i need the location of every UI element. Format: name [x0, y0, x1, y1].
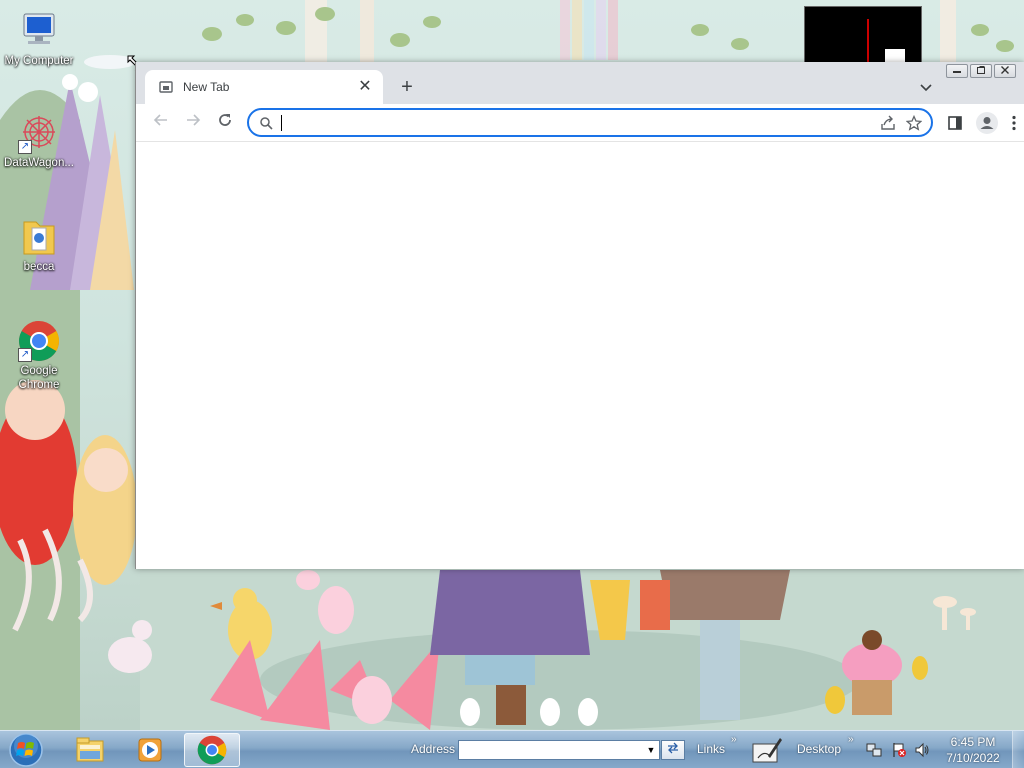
folder-icon: [18, 216, 60, 258]
profile-button[interactable]: [974, 110, 1000, 136]
chrome-tab-strip[interactable]: New Tab ✕ +: [136, 62, 1024, 104]
page-content[interactable]: [136, 142, 1024, 569]
desktop-icon-google-chrome[interactable]: ↗ Google Chrome: [0, 320, 78, 392]
links-toolbar-label[interactable]: Links: [697, 742, 725, 756]
volume-icon[interactable]: [914, 742, 930, 758]
more-vert-icon: [1012, 115, 1016, 131]
chrome-toolbar: [136, 104, 1024, 142]
start-button[interactable]: [4, 732, 48, 768]
side-panel-button[interactable]: [942, 110, 968, 136]
window-controls: [946, 64, 1016, 78]
profile-avatar-icon: [976, 112, 998, 134]
desktop-icon-becca[interactable]: becca: [0, 216, 78, 274]
back-button[interactable]: [148, 110, 174, 136]
taskbar-media-player[interactable]: [122, 733, 178, 767]
system-clock[interactable]: 6:45 PM 7/10/2022: [940, 734, 1006, 766]
text-cursor: [281, 114, 282, 131]
address-toolbar-input[interactable]: ▼: [458, 740, 660, 760]
clock-date: 7/10/2022: [946, 751, 1000, 765]
tab-search-chevron-icon[interactable]: [914, 75, 938, 99]
datawagon-icon: ↗: [18, 112, 60, 154]
file-explorer-icon: [76, 737, 104, 762]
windows-start-orb-icon: [9, 733, 43, 767]
omnibox[interactable]: [247, 108, 933, 137]
action-center-flag-icon[interactable]: [891, 742, 907, 758]
share-icon[interactable]: [875, 111, 901, 135]
desktop-toolbar-label[interactable]: Desktop: [797, 742, 841, 756]
desktop-icon-datawagon[interactable]: ↗ DataWagon...: [0, 112, 78, 170]
desktop-icon-my-computer[interactable]: My Computer: [0, 10, 78, 68]
back-arrow-icon: [153, 114, 167, 126]
chrome-menu-button[interactable]: [1006, 110, 1022, 136]
go-arrows-icon: [668, 742, 678, 754]
taskbar-chrome[interactable]: [184, 733, 240, 767]
side-panel-icon: [948, 116, 962, 130]
new-tab-button[interactable]: +: [394, 75, 420, 101]
window-content-line: [867, 19, 869, 63]
restore-button[interactable]: [970, 64, 992, 78]
tab-new-tab[interactable]: New Tab ✕: [145, 70, 383, 104]
desktop-icon-label: DataWagon...: [4, 157, 74, 169]
address-toolbar-label: Address: [411, 742, 456, 756]
new-tab-favicon-icon: [159, 81, 173, 93]
reload-icon: [219, 114, 231, 126]
taskbar-explorer[interactable]: [62, 733, 118, 767]
taskbar: Address ▼ Links » Desktop » 6:45 PM 7/10…: [0, 730, 1024, 768]
desktop-chevron-icon[interactable]: »: [848, 734, 854, 745]
minimize-button[interactable]: [946, 64, 968, 78]
shortcut-arrow-icon: ↗: [18, 348, 32, 362]
media-player-icon: [138, 738, 162, 762]
links-chevron-icon[interactable]: »: [731, 734, 737, 745]
shortcut-arrow-icon: ↗: [18, 140, 32, 154]
omnibox-input[interactable]: [290, 112, 875, 133]
address-dropdown-icon[interactable]: ▼: [645, 741, 657, 759]
background-window[interactable]: [804, 6, 922, 66]
search-icon: [260, 116, 273, 130]
desktop-icon-label: My Computer: [4, 55, 74, 67]
clock-time: 6:45 PM: [950, 735, 996, 749]
forward-button[interactable]: [180, 110, 206, 136]
address-go-button[interactable]: [661, 740, 685, 760]
computer-icon: [18, 10, 60, 52]
window-content-block: [885, 49, 905, 63]
desktop-icon-label: becca: [23, 261, 55, 273]
tab-close-icon[interactable]: ✕: [357, 79, 373, 95]
chrome-icon: ↗: [18, 320, 60, 362]
chrome-window[interactable]: New Tab ✕ +: [135, 62, 1024, 569]
close-window-button[interactable]: [994, 64, 1016, 78]
reload-button[interactable]: [212, 110, 238, 136]
desktop-icon-label: Google Chrome: [18, 365, 60, 391]
bookmark-star-icon[interactable]: [901, 111, 927, 135]
network-icon[interactable]: [866, 742, 882, 758]
tab-title: New Tab: [183, 80, 230, 94]
quick-launch-pen-icon[interactable]: [750, 734, 784, 766]
chrome-icon: [197, 735, 227, 765]
forward-arrow-icon: [187, 114, 201, 126]
show-desktop-button[interactable]: [1012, 731, 1024, 768]
